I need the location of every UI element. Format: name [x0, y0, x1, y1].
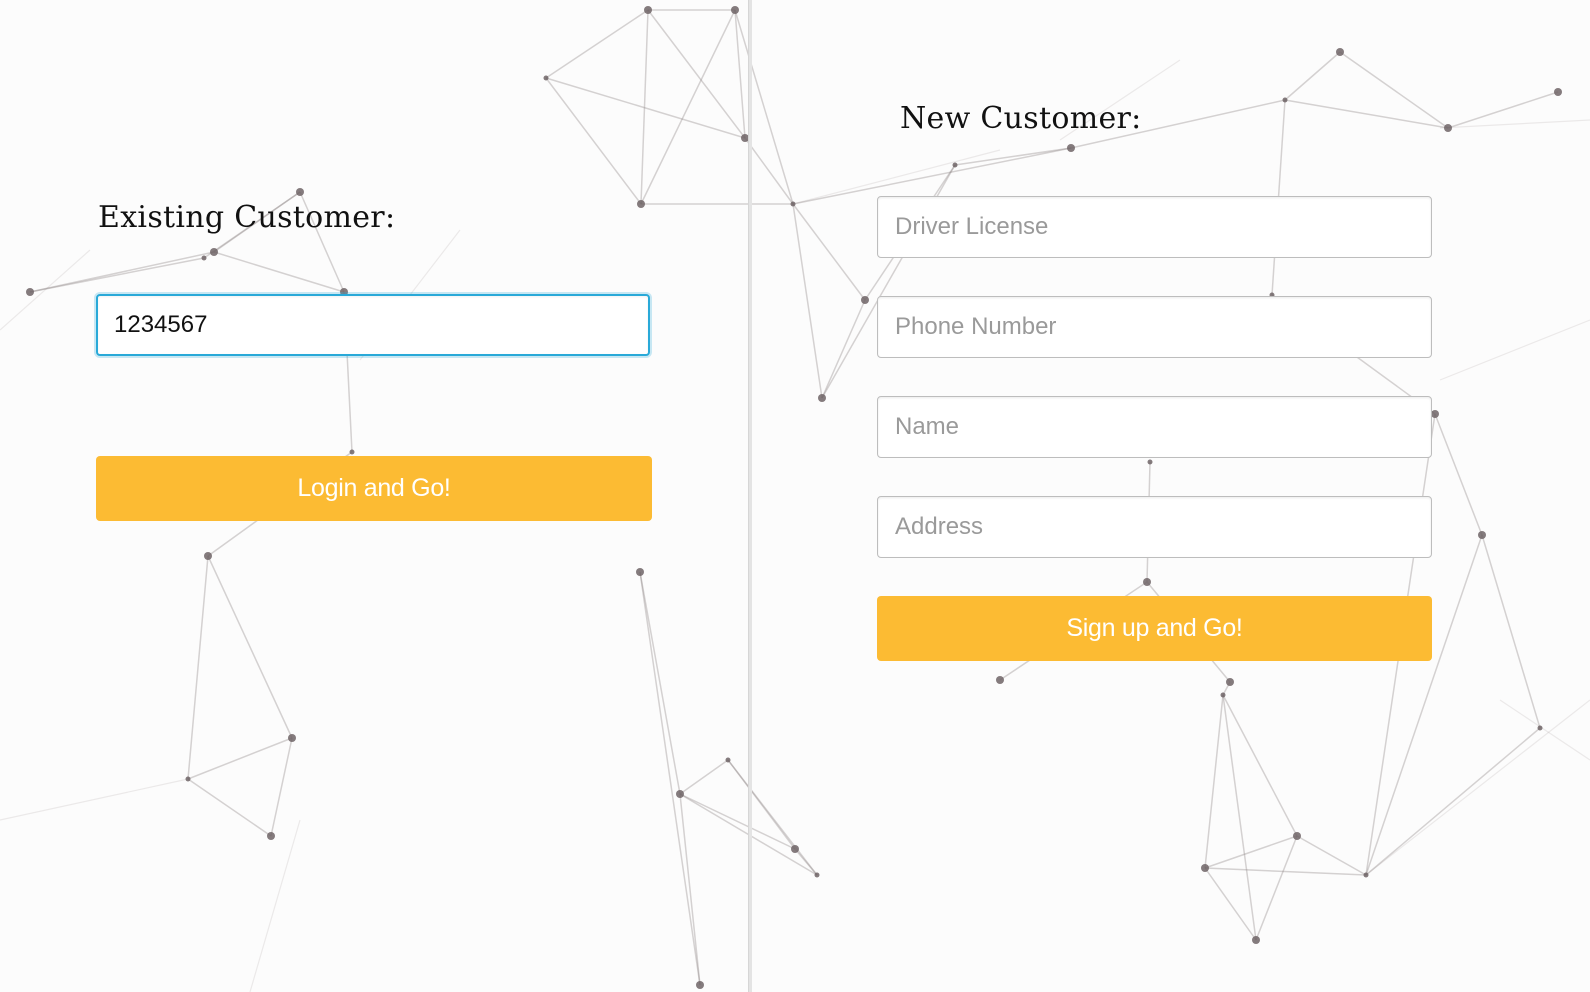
network-node: [1336, 48, 1344, 56]
network-node: [1201, 864, 1209, 872]
network-edge: [213, 251, 345, 293]
network-node: [26, 288, 34, 296]
network-edge: [1296, 835, 1367, 876]
driver-license-input[interactable]: [877, 196, 1432, 258]
network-node: [1478, 531, 1486, 539]
network-edge: [1222, 694, 1298, 837]
network-node: [1147, 459, 1153, 465]
network-edge: [647, 9, 746, 139]
network-node: [952, 162, 958, 168]
sign-up-and-go-button[interactable]: Sign up and Go!: [877, 596, 1432, 661]
customer-id-input[interactable]: [96, 294, 650, 356]
login-signup-screen: Existing Customer: Login and Go! New Cus…: [0, 0, 1590, 992]
network-edge: [1481, 534, 1541, 729]
network-node: [636, 568, 644, 576]
network-edge: [0, 249, 91, 331]
network-edge: [679, 759, 729, 795]
network-edge: [1222, 694, 1257, 941]
network-edge: [679, 793, 796, 850]
network-node: [791, 845, 799, 853]
network-node: [349, 449, 355, 455]
network-edge: [29, 257, 205, 293]
network-node: [543, 75, 549, 81]
network-node: [210, 248, 218, 256]
network-edge: [1365, 699, 1590, 876]
network-edge: [0, 778, 189, 821]
network-edge: [821, 299, 866, 399]
network-node: [996, 676, 1004, 684]
network-node: [296, 188, 304, 196]
network-node: [1252, 936, 1260, 944]
network-edge: [1204, 835, 1298, 869]
network-edge: [545, 9, 649, 79]
network-node: [1554, 88, 1562, 96]
network-node: [1431, 410, 1439, 418]
network-edge: [1204, 694, 1224, 869]
network-node: [1537, 725, 1543, 731]
network-edge: [1434, 413, 1483, 536]
network-node: [185, 776, 191, 782]
network-node: [1226, 678, 1234, 686]
network-edge: [1365, 727, 1541, 876]
network-edge: [249, 819, 301, 992]
network-node: [201, 255, 207, 261]
network-edge: [187, 555, 209, 780]
network-edge: [727, 759, 818, 876]
network-node: [1067, 144, 1075, 152]
address-input[interactable]: [877, 496, 1432, 558]
network-node: [644, 6, 652, 14]
network-edge: [545, 77, 642, 205]
network-edge: [207, 555, 293, 739]
network-node: [861, 296, 869, 304]
network-edge: [270, 737, 293, 837]
network-edge: [794, 848, 818, 876]
network-node: [204, 552, 212, 560]
network-node: [267, 832, 275, 840]
network-edge: [1255, 835, 1298, 941]
network-edge: [187, 737, 293, 780]
network-node: [725, 757, 731, 763]
network-edge: [792, 203, 823, 399]
new-customer-heading: New Customer:: [900, 101, 1142, 136]
network-edge: [1439, 319, 1590, 381]
network-edge: [639, 571, 701, 986]
vertical-divider: [748, 0, 752, 992]
network-node: [818, 394, 826, 402]
network-node: [790, 201, 796, 207]
network-node: [288, 734, 296, 742]
network-edge: [1284, 51, 1341, 101]
network-node: [731, 6, 739, 14]
phone-number-input[interactable]: [877, 296, 1432, 358]
network-node: [1220, 692, 1226, 698]
network-node: [637, 200, 645, 208]
network-node: [814, 872, 820, 878]
network-node: [1293, 832, 1301, 840]
network-edge: [187, 778, 272, 837]
name-input[interactable]: [877, 396, 1432, 458]
network-edge: [792, 203, 866, 301]
network-edge: [744, 137, 794, 205]
network-node: [1282, 97, 1288, 103]
network-node: [676, 790, 684, 798]
network-edge: [1204, 867, 1367, 876]
network-edge: [1339, 51, 1449, 129]
network-node: [1363, 872, 1369, 878]
network-edge: [679, 793, 701, 986]
network-node: [1143, 578, 1151, 586]
network-node: [1444, 124, 1452, 132]
network-edge: [734, 9, 794, 205]
network-edge: [1284, 99, 1449, 129]
network-edge: [954, 147, 1072, 166]
network-edge: [639, 571, 681, 795]
network-edge: [1365, 534, 1483, 876]
login-and-go-button[interactable]: Login and Go!: [96, 456, 652, 521]
network-node: [696, 981, 704, 989]
existing-customer-heading: Existing Customer:: [98, 200, 396, 235]
